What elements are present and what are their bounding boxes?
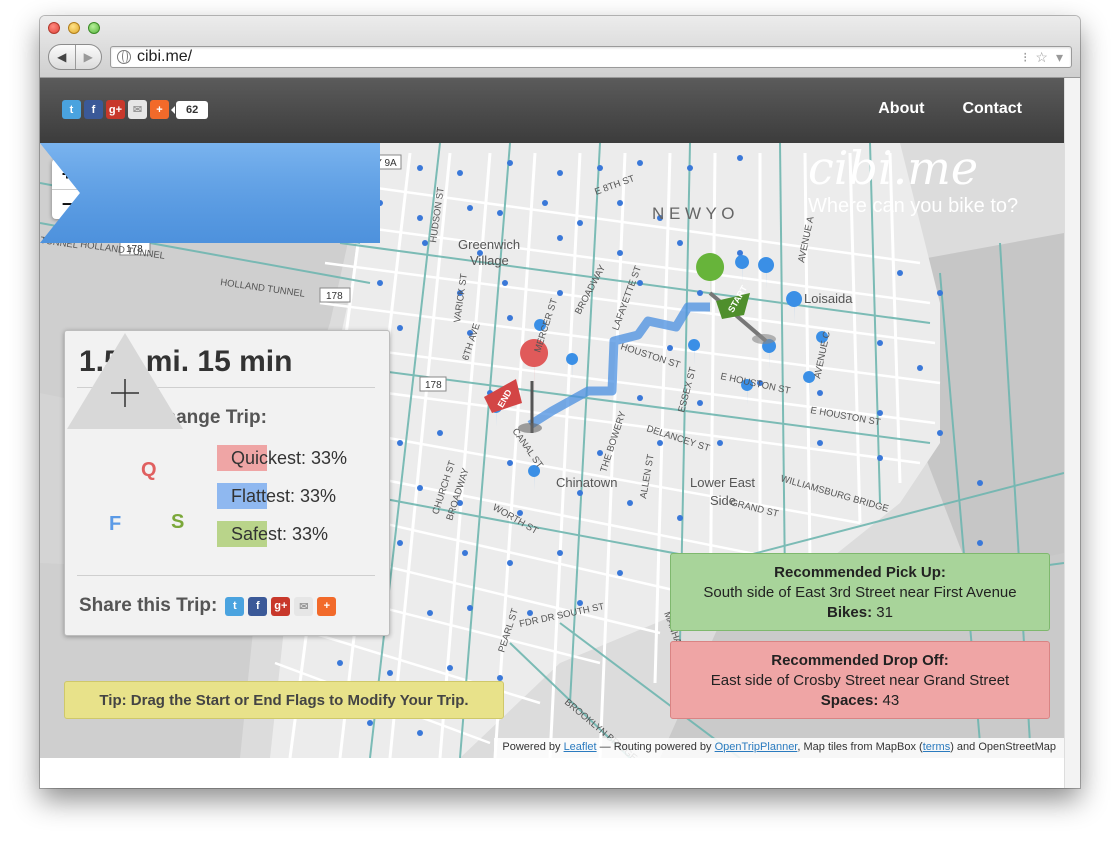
close-window-button[interactable] (48, 22, 60, 34)
dropoff-count: Spaces: 43 (671, 692, 1049, 709)
browser-chrome: ◀ ▶ cibi.me/ ⁝ ☆ ▾ (40, 16, 1080, 78)
share-count: 62 (170, 100, 209, 119)
mode-safest: Safest: 33% (217, 521, 377, 547)
attribution-powered-by: Powered by (502, 741, 561, 753)
facebook-icon[interactable]: f (248, 596, 268, 616)
rss-icon[interactable]: ⁝ (1023, 49, 1027, 66)
mode-flattest-label: Flattest: 33% (231, 486, 337, 506)
dropoff-title: Recommended Drop Off: (771, 652, 949, 669)
addthis-plus-icon[interactable]: + (150, 100, 169, 119)
map-view[interactable]: START END 178 178 178 NY 9A Greenwich Vi… (40, 143, 1064, 758)
map-label-village: Village (470, 253, 509, 268)
email-icon[interactable]: ✉ (294, 596, 314, 616)
attribution-tiles: , Map tiles from MapBox ( (797, 741, 923, 753)
back-arrow-icon[interactable]: ◀ (49, 45, 75, 69)
bookmark-star-icon[interactable]: ☆ (1035, 49, 1048, 66)
opentripplanner-link[interactable]: OpenTripPlanner (715, 741, 798, 753)
pickup-count-label: Bikes: (827, 604, 873, 621)
triangle-label-safest: S (171, 511, 185, 533)
divider (77, 575, 375, 576)
dropoff-location: East side of Crosby Street near Grand St… (710, 672, 1010, 689)
address-bar[interactable]: cibi.me/ ⁝ ☆ ▾ (110, 46, 1072, 68)
pickup-count-value: 31 (876, 604, 893, 621)
map-label-lower-east: Lower East (690, 475, 755, 490)
google-plus-icon[interactable]: g+ (106, 100, 125, 119)
web-page: t f g+ ✉ + 62 About Contact START END 17… (40, 78, 1064, 788)
recommended-pickup: Recommended Pick Up: South side of East … (670, 553, 1050, 631)
email-icon[interactable]: ✉ (128, 100, 147, 119)
map-label-loisaida: Loisaida (804, 291, 853, 306)
map-label-new-york: N E W Y O (652, 204, 735, 223)
brand-tagline: Where can you bike to? (808, 195, 1019, 217)
history-nav: ◀ ▶ (48, 44, 102, 70)
map-attribution: Powered by Leaflet — Routing powered by … (494, 738, 1064, 758)
map-label-chinatown: Chinatown (556, 475, 617, 490)
page-scrollbar[interactable] (1064, 78, 1080, 788)
site-header: t f g+ ✉ + 62 About Contact (40, 78, 1064, 143)
page-footer (40, 758, 1064, 788)
browser-window: ◀ ▶ cibi.me/ ⁝ ☆ ▾ t f g+ ✉ + 62 About C… (40, 16, 1080, 788)
tip-banner: Tip: Drag the Start or End Flags to Modi… (64, 681, 504, 719)
google-plus-icon[interactable]: g+ (271, 596, 291, 616)
map-label-greenwich: Greenwich (458, 237, 520, 252)
dropoff-count-label: Spaces: (820, 692, 879, 709)
recommended-dropoff: Recommended Drop Off: East side of Crosb… (670, 641, 1050, 719)
top-nav: About Contact (878, 100, 1022, 118)
mode-flattest: Flattest: 33% (217, 483, 377, 509)
triangle-label-quickest: Q (141, 459, 157, 481)
twitter-icon[interactable]: t (225, 596, 245, 616)
brand-logo[interactable]: cibi.me (808, 143, 1064, 195)
zoom-window-button[interactable] (88, 22, 100, 34)
attribution-routing: — Routing powered by (596, 741, 712, 753)
route-178-shield-b: 178 (326, 291, 343, 302)
terms-link[interactable]: terms (923, 741, 951, 753)
trip-panel: 1.54 mi. 15 min Drag to Change Trip: Q F… (64, 330, 390, 636)
mode-safest-label: Safest: 33% (231, 524, 329, 544)
nav-about-link[interactable]: About (878, 100, 924, 118)
nav-contact-link[interactable]: Contact (962, 100, 1022, 118)
header-share-bar: t f g+ ✉ + 62 (62, 100, 209, 119)
pickup-title: Recommended Pick Up: (774, 564, 946, 581)
mode-quickest-label: Quickest: 33% (231, 448, 348, 468)
leaflet-link[interactable]: Leaflet (564, 741, 597, 753)
dropoff-count-value: 43 (882, 692, 900, 709)
trip-triangle-selector[interactable] (65, 331, 185, 431)
brand-ribbon (40, 143, 380, 243)
brand-ribbon-text: cibi.me Where can you bike to? (730, 143, 1064, 237)
mode-quickest: Quickest: 33% (217, 445, 377, 471)
facebook-icon[interactable]: f (84, 100, 103, 119)
route-178-shield-c: 178 (425, 380, 442, 391)
share-trip-bar: Share this Trip: t f g+ ✉ + (79, 595, 337, 617)
twitter-icon[interactable]: t (62, 100, 81, 119)
minimize-window-button[interactable] (68, 22, 80, 34)
url-text[interactable]: cibi.me/ (137, 48, 1023, 66)
share-trip-label: Share this Trip: (79, 595, 218, 616)
pickup-count: Bikes: 31 (671, 604, 1049, 621)
pickup-location: South side of East 3rd Street near First… (703, 584, 1017, 601)
addthis-plus-icon[interactable]: + (317, 596, 337, 616)
dropdown-icon[interactable]: ▾ (1056, 49, 1063, 66)
globe-icon (117, 50, 131, 64)
forward-arrow-icon[interactable]: ▶ (74, 45, 102, 69)
triangle-label-flattest: F (109, 513, 122, 535)
attribution-osm: ) and OpenStreetMap (950, 741, 1056, 753)
